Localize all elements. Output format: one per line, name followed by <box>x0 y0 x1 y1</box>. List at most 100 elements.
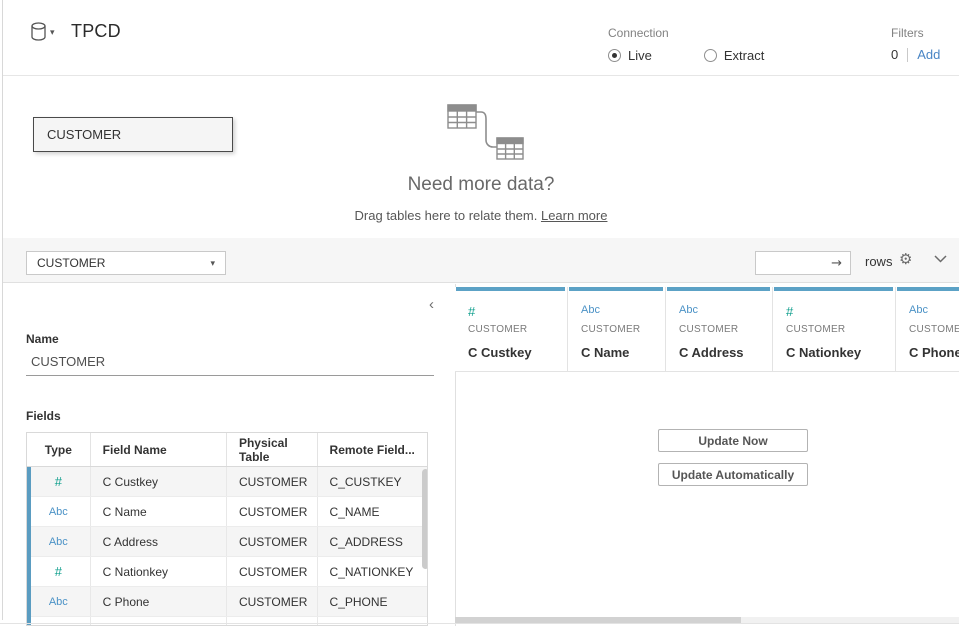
vertical-scrollbar-thumb[interactable] <box>422 469 428 569</box>
extract-radio-icon[interactable] <box>704 49 717 62</box>
data-source-page: ▾ TPCD Connection Live Extract Filters 0 <box>0 0 959 626</box>
column-header-remote-field[interactable]: Remote Field... <box>318 433 427 466</box>
column-header-physical-table[interactable]: Physical Table <box>227 433 318 466</box>
column-header-field-name[interactable]: Field Name <box>91 433 227 466</box>
number-type-icon: # <box>468 304 475 319</box>
rows-count-input[interactable]: → <box>755 251 851 275</box>
connection-section: Connection Live Extract <box>608 26 764 63</box>
filters-section: Filters 0 Add <box>891 26 940 62</box>
live-radio-option[interactable]: Live <box>608 48 652 63</box>
column-header-type[interactable]: Type <box>27 433 91 466</box>
field-name-cell: C Phone <box>91 587 227 616</box>
update-now-button[interactable]: Update Now <box>658 429 808 452</box>
collapse-left-panel-icon[interactable]: ‹ <box>429 297 434 312</box>
column-table-label: CUSTOMER <box>679 324 738 335</box>
column-accent-bar <box>897 287 959 291</box>
chevron-down-icon: ▾ <box>210 258 215 269</box>
grid-column-c-nationkey[interactable]: # CUSTOMER C Nationkey <box>773 287 896 371</box>
column-accent-bar <box>774 287 893 291</box>
update-automatically-button[interactable]: Update Automatically <box>658 463 808 486</box>
chevron-down-icon: ▾ <box>50 27 55 38</box>
canvas-table-customer[interactable]: CUSTOMER <box>33 117 233 152</box>
filters-divider <box>907 48 908 62</box>
column-table-label: CUSTOMER <box>909 324 959 335</box>
column-field-label: C Custkey <box>468 345 532 360</box>
drag-tables-hint: Drag tables here to relate them. Learn m… <box>3 208 959 223</box>
string-type-icon: Abc <box>909 304 928 316</box>
filters-label: Filters <box>891 26 940 40</box>
column-table-label: CUSTOMER <box>468 324 527 335</box>
physical-table-cell: CUSTOMER <box>227 557 318 586</box>
column-field-label: C Phone <box>909 345 959 360</box>
grid-column-c-name[interactable]: Abc CUSTOMER C Name <box>568 287 666 371</box>
column-field-label: C Nationkey <box>786 345 861 360</box>
column-accent-bar <box>569 287 663 291</box>
table-select-dropdown[interactable]: CUSTOMER ▾ <box>26 251 226 275</box>
extract-radio-option[interactable]: Extract <box>704 48 764 63</box>
bottom-panes: ‹ Name CUSTOMER Fields Type Field Name P… <box>3 284 959 626</box>
string-type-icon: Abc <box>679 304 698 316</box>
fields-label: Fields <box>26 409 61 423</box>
number-type-icon: # <box>55 474 62 489</box>
arrow-right-icon: → <box>831 256 842 271</box>
selected-table-stripe <box>27 467 31 626</box>
data-preview-grid: # CUSTOMER C Custkey Abc CUSTOMER C Name… <box>455 284 959 626</box>
bottom-edge-divider <box>0 623 959 624</box>
datasource-menu[interactable]: ▾ <box>30 22 55 42</box>
relationship-canvas: CUSTOMER <box>3 77 959 238</box>
grid-column-headers: # CUSTOMER C Custkey Abc CUSTOMER C Name… <box>455 287 959 371</box>
table-name-field[interactable]: CUSTOMER <box>26 348 434 376</box>
remote-field-cell: C_NAME <box>318 497 427 526</box>
table-row[interactable]: Abc C Address CUSTOMER C_ADDRESS <box>27 527 427 557</box>
top-bar: ▾ TPCD Connection Live Extract Filters 0 <box>3 0 959 76</box>
number-type-icon: # <box>786 304 793 319</box>
field-name-cell: C Custkey <box>91 467 227 496</box>
physical-table-cell: CUSTOMER <box>227 527 318 556</box>
remote-field-cell: C_NATIONKEY <box>318 557 427 586</box>
add-filter-link[interactable]: Add <box>917 47 940 62</box>
fields-table-header: Type Field Name Physical Table Remote Fi… <box>27 433 427 467</box>
grid-column-c-address[interactable]: Abc CUSTOMER C Address <box>666 287 773 371</box>
field-name-cell: C Nationkey <box>91 557 227 586</box>
physical-table-cell: CUSTOMER <box>227 587 318 616</box>
column-accent-bar <box>667 287 770 291</box>
physical-table-cell: CUSTOMER <box>227 497 318 526</box>
learn-more-link[interactable]: Learn more <box>541 208 607 223</box>
gear-icon[interactable]: ⚙ <box>899 250 912 268</box>
number-type-icon: # <box>55 564 62 579</box>
fields-metadata-table: Type Field Name Physical Table Remote Fi… <box>26 432 428 626</box>
table-row[interactable]: # C Custkey CUSTOMER C_CUSTKEY <box>27 467 427 497</box>
relate-tables-illustration-icon <box>440 100 530 164</box>
grid-toolbar: CUSTOMER ▾ → rows ⚙ <box>3 238 959 283</box>
live-radio-label: Live <box>628 48 652 63</box>
physical-table-cell: CUSTOMER <box>227 467 318 496</box>
table-select-value: CUSTOMER <box>37 256 105 270</box>
drag-tables-hint-text: Drag tables here to relate them. <box>355 208 541 223</box>
column-field-label: C Name <box>581 345 629 360</box>
rows-label: rows <box>865 254 892 269</box>
filters-count: 0 <box>891 47 898 62</box>
field-name-cell: C Address <box>91 527 227 556</box>
column-table-label: CUSTOMER <box>581 324 640 335</box>
remote-field-cell: C_ADDRESS <box>318 527 427 556</box>
column-accent-bar <box>456 287 565 291</box>
string-type-icon: Abc <box>49 596 68 608</box>
remote-field-cell: C_PHONE <box>318 587 427 616</box>
database-icon <box>30 22 47 42</box>
name-label: Name <box>26 332 59 346</box>
datasource-title: TPCD <box>71 21 121 42</box>
need-more-data-heading: Need more data? <box>3 174 959 196</box>
live-radio-icon[interactable] <box>608 49 621 62</box>
connection-label: Connection <box>608 26 764 40</box>
grid-column-c-custkey[interactable]: # CUSTOMER C Custkey <box>455 287 568 371</box>
table-row[interactable]: Abc C Phone CUSTOMER C_PHONE <box>27 587 427 617</box>
column-field-label: C Address <box>679 345 744 360</box>
collapse-pane-chevron-icon[interactable] <box>934 255 947 263</box>
string-type-icon: Abc <box>49 506 68 518</box>
table-row[interactable]: Abc C Name CUSTOMER C_NAME <box>27 497 427 527</box>
field-name-cell: C Name <box>91 497 227 526</box>
string-type-icon: Abc <box>581 304 600 316</box>
grid-column-c-phone[interactable]: Abc CUSTOMER C Phone <box>896 287 959 371</box>
grid-header-divider <box>455 371 959 372</box>
table-row[interactable]: # C Nationkey CUSTOMER C_NATIONKEY <box>27 557 427 587</box>
